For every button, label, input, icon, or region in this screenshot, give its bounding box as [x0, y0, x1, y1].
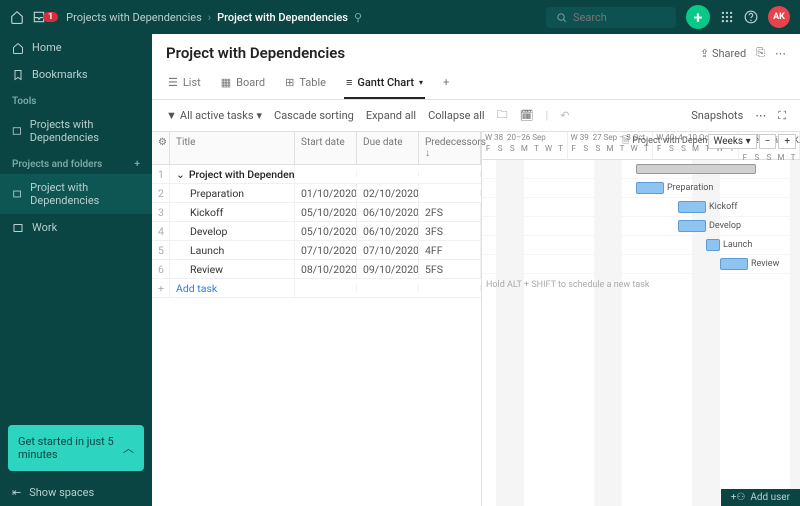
table-row[interactable]: 6Review08/10/202009/10/20205FS [152, 260, 481, 279]
view-tabs: ☰ List ▦ Board ⊞ Table ≡ Gantt Chart ▾ + [152, 68, 800, 100]
breadcrumb-parent[interactable]: Projects with Dependencies [66, 11, 202, 24]
add-user-button[interactable]: +⚇ Add user [721, 489, 800, 506]
chevron-up-icon: ︿ [123, 440, 134, 456]
chevron-down-icon[interactable]: ⌄ [176, 168, 185, 181]
fullscreen-icon[interactable]: ⛶ [778, 109, 786, 123]
collapse-all-button[interactable]: Collapse all [428, 109, 485, 122]
gantt-bar[interactable]: Review [720, 258, 748, 270]
avatar[interactable]: AK [768, 6, 790, 28]
search-input[interactable] [546, 7, 676, 28]
topbar: 1 Projects with Dependencies › Project w… [0, 0, 800, 34]
inbox-badge: 1 [43, 12, 58, 22]
sidebar: Home Bookmarks Tools Projects with Depen… [0, 34, 152, 506]
table-row[interactable]: 2Preparation01/10/202002/10/2020 [152, 184, 481, 203]
table-row[interactable]: 5Launch07/10/202007/10/20204FF [152, 241, 481, 260]
gantt-body[interactable]: Preparation Kickoff Develop Launch Revie… [482, 160, 800, 506]
table-row[interactable]: 4Develop05/10/202006/10/20203FS [152, 222, 481, 241]
gantt-hint: Hold ALT + SHIFT to schedule a new task [486, 280, 649, 290]
help-icon[interactable] [744, 10, 758, 24]
task-grid: ⚙ Title Start date Due date Predecessors… [152, 132, 482, 506]
page-title: Project with Dependencies [166, 44, 345, 62]
sidebar-item-work[interactable]: Work [0, 214, 152, 241]
tab-gantt[interactable]: ≡ Gantt Chart ▾ [344, 68, 425, 99]
zoom-out-button[interactable]: − [759, 134, 777, 149]
gantt-chart[interactable]: 🗎 Project with Dependencies • Aleksandar… [482, 132, 800, 506]
col-due[interactable]: Due date [357, 132, 419, 164]
add-folder-icon[interactable]: + [135, 159, 141, 170]
gantt-bar[interactable]: Preparation [636, 182, 664, 194]
tab-list[interactable]: ☰ List [166, 68, 203, 99]
sort-button[interactable]: Cascade sorting [274, 109, 354, 122]
tab-table[interactable]: ⊞ Table [283, 68, 328, 99]
gantt-bar[interactable]: Kickoff [678, 201, 706, 213]
breadcrumb-current[interactable]: Project with Dependencies [217, 11, 348, 24]
apps-icon[interactable] [720, 10, 734, 24]
sidebar-section-tools: Tools [0, 88, 152, 111]
toolbar: ▼ All active tasks ▾ Cascade sorting Exp… [152, 100, 800, 132]
tab-board[interactable]: ▦ Board [219, 68, 267, 99]
folder-icon[interactable]: 🗀 [497, 106, 508, 125]
main: Project with Dependencies ⇪ Shared ⎘ ⋯ ☰… [152, 34, 800, 506]
toolbar-more-icon[interactable]: ⋯ [755, 109, 766, 122]
gantt-bar[interactable]: Launch [706, 239, 720, 251]
pin-icon[interactable]: ⚲ [354, 11, 362, 24]
col-predecessors[interactable]: Predecessors ↓ [419, 132, 481, 164]
zoom-select[interactable]: Weeks ▾ [708, 134, 757, 149]
header: Project with Dependencies ⇪ Shared ⎘ ⋯ [152, 34, 800, 68]
snapshots-button[interactable]: Snapshots [691, 109, 743, 122]
sidebar-item-projects-deps[interactable]: Projects with Dependencies [0, 111, 152, 151]
home-icon[interactable] [10, 10, 24, 24]
search-field[interactable] [573, 11, 663, 24]
sidebar-item-project-dependencies[interactable]: Project with Dependencies [0, 174, 152, 214]
zoom-in-button[interactable]: + [778, 134, 796, 149]
sidebar-item-home[interactable]: Home [0, 34, 152, 61]
filter-button[interactable]: ▼ All active tasks ▾ [166, 109, 262, 122]
gear-icon[interactable]: ⚙ [152, 132, 170, 164]
table-row[interactable]: 3Kickoff05/10/202006/10/20202FS [152, 203, 481, 222]
get-started-card[interactable]: Get started in just 5 minutes︿ [8, 425, 144, 471]
sidebar-item-bookmarks[interactable]: Bookmarks [0, 61, 152, 88]
link-icon[interactable]: ⎘ [756, 46, 765, 60]
more-icon[interactable]: ⋯ [775, 47, 786, 60]
add-task-row[interactable]: + Add task [152, 279, 481, 298]
sidebar-section-projects: Projects and folders+ [0, 151, 152, 174]
plus-icon[interactable]: + [152, 279, 170, 298]
table-row[interactable]: 1 ⌄Project with Dependenc... [152, 165, 481, 184]
col-title[interactable]: Title [170, 132, 295, 164]
breadcrumb: Projects with Dependencies › Project wit… [66, 11, 362, 24]
expand-all-button[interactable]: Expand all [366, 109, 416, 122]
undo-icon[interactable]: ↶ [560, 109, 569, 122]
tab-add[interactable]: + [441, 68, 451, 99]
show-spaces-button[interactable]: ⇤Show spaces [0, 479, 152, 506]
gantt-bar[interactable]: Develop [678, 220, 706, 232]
inbox-icon[interactable]: 1 [32, 10, 58, 24]
shared-button[interactable]: ⇪ Shared [700, 47, 746, 60]
gantt-bar-project[interactable] [636, 164, 756, 174]
col-start[interactable]: Start date [295, 132, 357, 164]
create-button[interactable]: + [686, 5, 710, 29]
calendar-icon[interactable]: 🗓 [520, 109, 534, 122]
